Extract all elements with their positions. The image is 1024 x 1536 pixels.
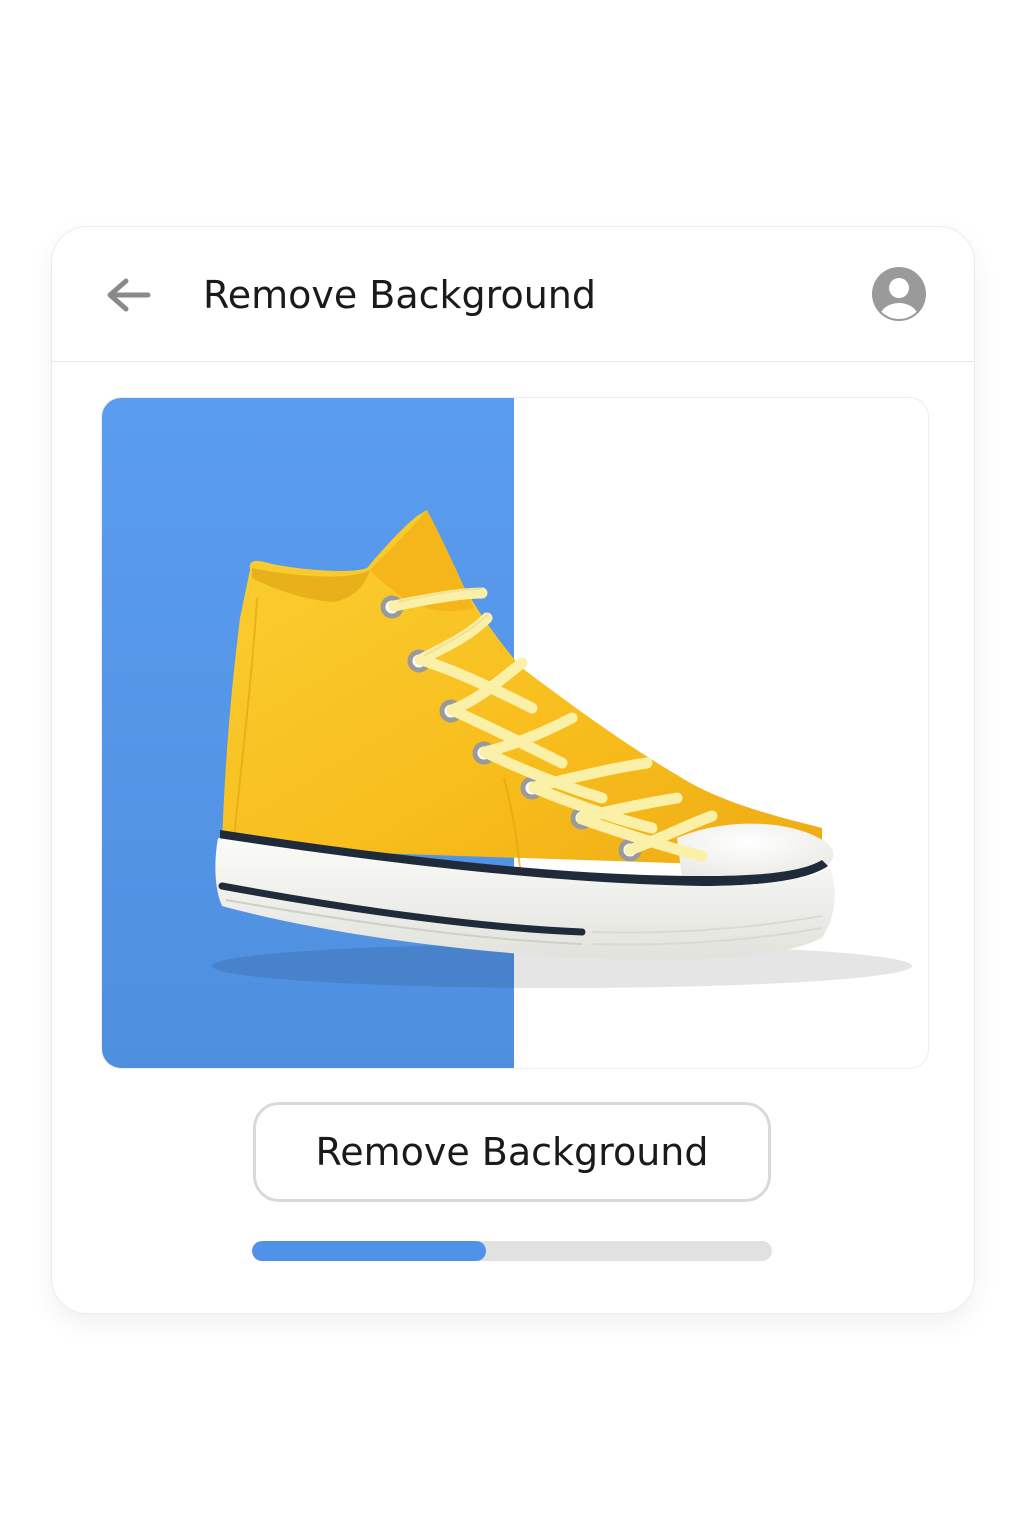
account-button[interactable] (870, 265, 928, 323)
progress-bar (252, 1241, 772, 1261)
progress-bar-fill (252, 1241, 486, 1261)
app-header: Remove Background (52, 227, 974, 362)
arrow-left-icon (107, 278, 151, 312)
sneaker-image (212, 510, 912, 988)
back-button[interactable] (100, 267, 158, 323)
remove-background-button[interactable]: Remove Background (253, 1102, 771, 1202)
image-preview (101, 397, 929, 1069)
page-title: Remove Background (203, 273, 596, 317)
app-card: Remove Background Remove Background (51, 226, 975, 1314)
account-circle-icon (872, 267, 926, 321)
